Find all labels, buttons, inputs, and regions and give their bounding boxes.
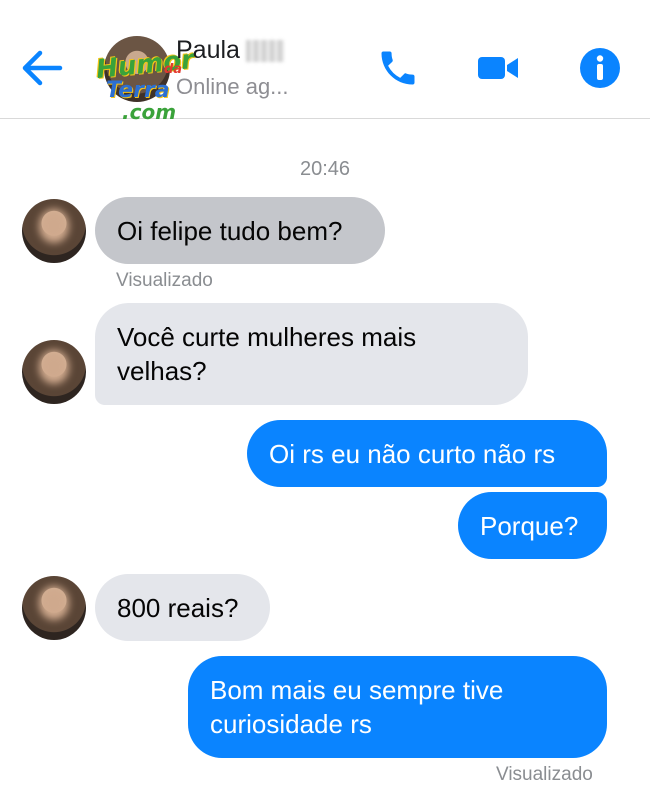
chat-header: Humor da Terra .com Paula Online ag...	[0, 0, 650, 124]
seen-receipt: Visualizado	[496, 764, 593, 785]
info-icon[interactable]	[578, 46, 622, 90]
message-timestamp: 20:46	[299, 158, 351, 180]
message-text: Porque?	[480, 510, 579, 541]
outgoing-message[interactable]: Porque?	[458, 492, 607, 559]
message-text: 800 reais?	[117, 592, 239, 623]
back-arrow-icon[interactable]	[20, 48, 64, 88]
video-camera-icon[interactable]	[476, 46, 520, 90]
incoming-message[interactable]: Oi felipe tudo bem?	[95, 197, 385, 264]
phone-icon[interactable]	[376, 46, 420, 90]
outgoing-message[interactable]: Bom mais eu sempre tive curiosidade rs	[188, 656, 607, 758]
contact-avatar[interactable]	[22, 199, 86, 263]
incoming-message[interactable]: 800 reais?	[95, 574, 270, 641]
redacted-surname	[245, 40, 284, 63]
message-text: Oi felipe tudo bem?	[117, 215, 343, 246]
contact-avatar[interactable]	[22, 576, 86, 640]
message-text: Oi rs eu não curto não rs	[269, 438, 556, 469]
watermark-line-4: .com	[122, 100, 177, 124]
incoming-message[interactable]: Você curte mulheres mais velhas?	[95, 303, 528, 405]
message-text: Bom mais eu sempre tive curiosidade rs	[210, 675, 504, 739]
outgoing-message[interactable]: Oi rs eu não curto não rs	[247, 420, 607, 487]
contact-name[interactable]: Paula	[176, 36, 284, 65]
contact-avatar[interactable]	[22, 340, 86, 404]
contact-name-text: Paula	[176, 36, 240, 64]
contact-status: Online ag...	[176, 74, 289, 99]
message-text: Você curte mulheres mais velhas?	[117, 322, 417, 386]
seen-receipt: Visualizado	[116, 270, 213, 291]
